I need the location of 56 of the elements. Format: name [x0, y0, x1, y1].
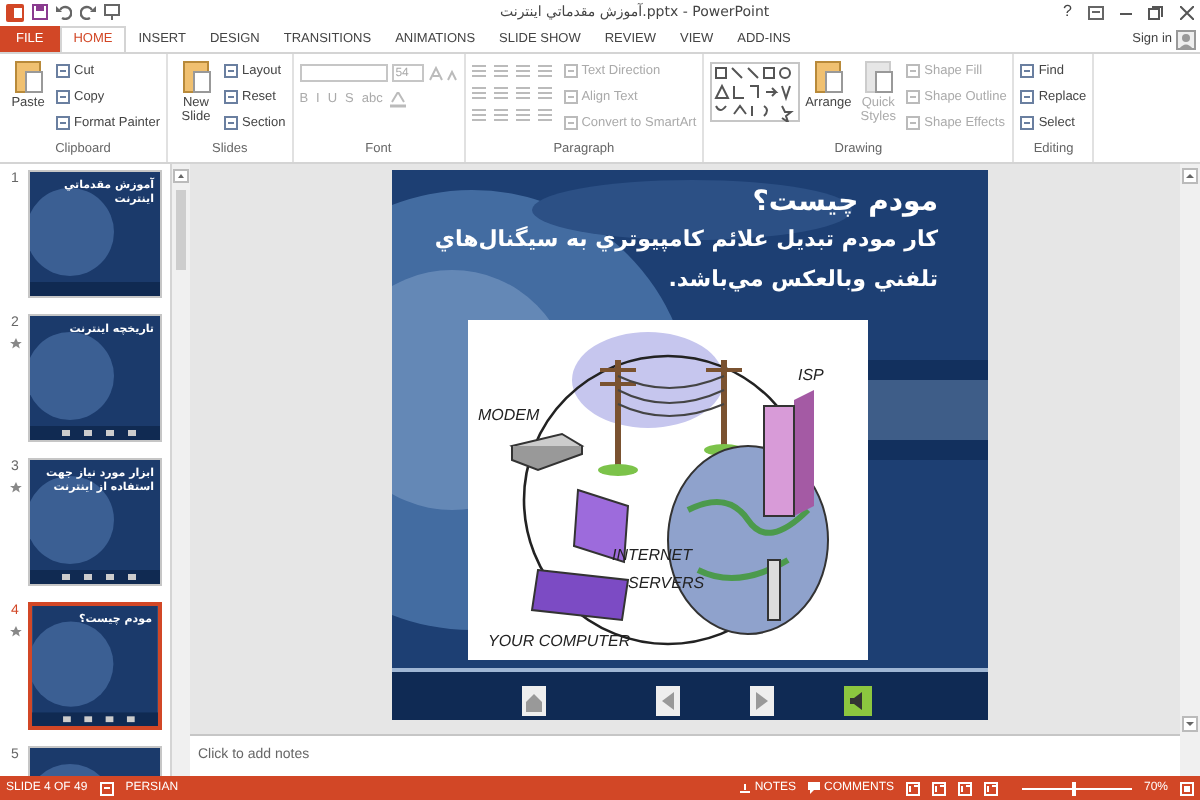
- scroll-up-button[interactable]: [1182, 168, 1198, 184]
- large-button-icon: [178, 58, 214, 96]
- slide-body-text: كار مودم تبديل علائم كامپيوتري به سيگنال‌هاي تلفني وبالعكس مي‌باشد.: [432, 224, 938, 296]
- reading-view-icon[interactable]: [957, 781, 972, 795]
- command-icon: [563, 90, 578, 105]
- command-icon: [56, 115, 70, 130]
- font-color-icon[interactable]: [390, 91, 407, 108]
- restore-icon[interactable]: [1148, 5, 1164, 19]
- command-icon: [906, 64, 921, 79]
- large-button-icon: [810, 58, 847, 96]
- next-button[interactable]: [750, 686, 774, 716]
- scrollbar[interactable]: [172, 164, 190, 776]
- command-icon: [224, 64, 238, 79]
- app-icon: [6, 3, 24, 21]
- slide-show-icon[interactable]: [983, 781, 998, 795]
- font-name-field[interactable]: [299, 64, 388, 82]
- close-icon[interactable]: [1180, 5, 1194, 19]
- animation-star-icon: [9, 625, 21, 637]
- slide-sorter-icon[interactable]: [931, 781, 946, 795]
- large-button-icon: [10, 58, 46, 96]
- diagram-label: ISP: [798, 366, 824, 384]
- help-button[interactable]: ?: [1063, 0, 1072, 24]
- command-icon: [1020, 90, 1035, 105]
- comment-icon: [807, 782, 820, 794]
- shapes-gallery[interactable]: [710, 62, 801, 122]
- large-button-icon: [860, 58, 897, 96]
- command-icon: [906, 115, 921, 130]
- spelling-icon[interactable]: [99, 781, 114, 795]
- home-button[interactable]: [522, 686, 546, 716]
- command-icon: [1020, 115, 1035, 130]
- normal-view-icon[interactable]: [905, 781, 920, 795]
- command-icon: [224, 90, 238, 105]
- command-icon: [1020, 64, 1035, 79]
- command-icon: [563, 115, 578, 130]
- save-icon[interactable]: [32, 4, 48, 20]
- scroll-down-button[interactable]: [1182, 716, 1198, 732]
- diagram-label: YOUR COMPUTER: [488, 632, 631, 650]
- animation-star-icon: [9, 481, 21, 493]
- ribbon-display-icon[interactable]: [1088, 5, 1104, 19]
- diagram-label: MODEM: [478, 406, 540, 424]
- animation-star-icon: [9, 337, 21, 349]
- sound-button[interactable]: [844, 686, 872, 716]
- notes-icon: [740, 782, 751, 794]
- command-icon: [56, 64, 70, 79]
- command-icon: [906, 90, 921, 105]
- command-icon: [224, 115, 238, 130]
- fit-slide-icon[interactable]: [1180, 781, 1194, 795]
- command-icon: [56, 90, 70, 105]
- redo-icon[interactable]: [80, 4, 96, 20]
- previous-button[interactable]: [656, 686, 680, 716]
- slide-title: مودم چيست؟: [752, 184, 938, 220]
- account-icon[interactable]: [1176, 29, 1196, 49]
- command-icon: [563, 64, 578, 79]
- zoom-slider-thumb[interactable]: [1071, 781, 1076, 795]
- undo-icon[interactable]: [56, 4, 72, 20]
- presentation-icon[interactable]: [104, 4, 120, 20]
